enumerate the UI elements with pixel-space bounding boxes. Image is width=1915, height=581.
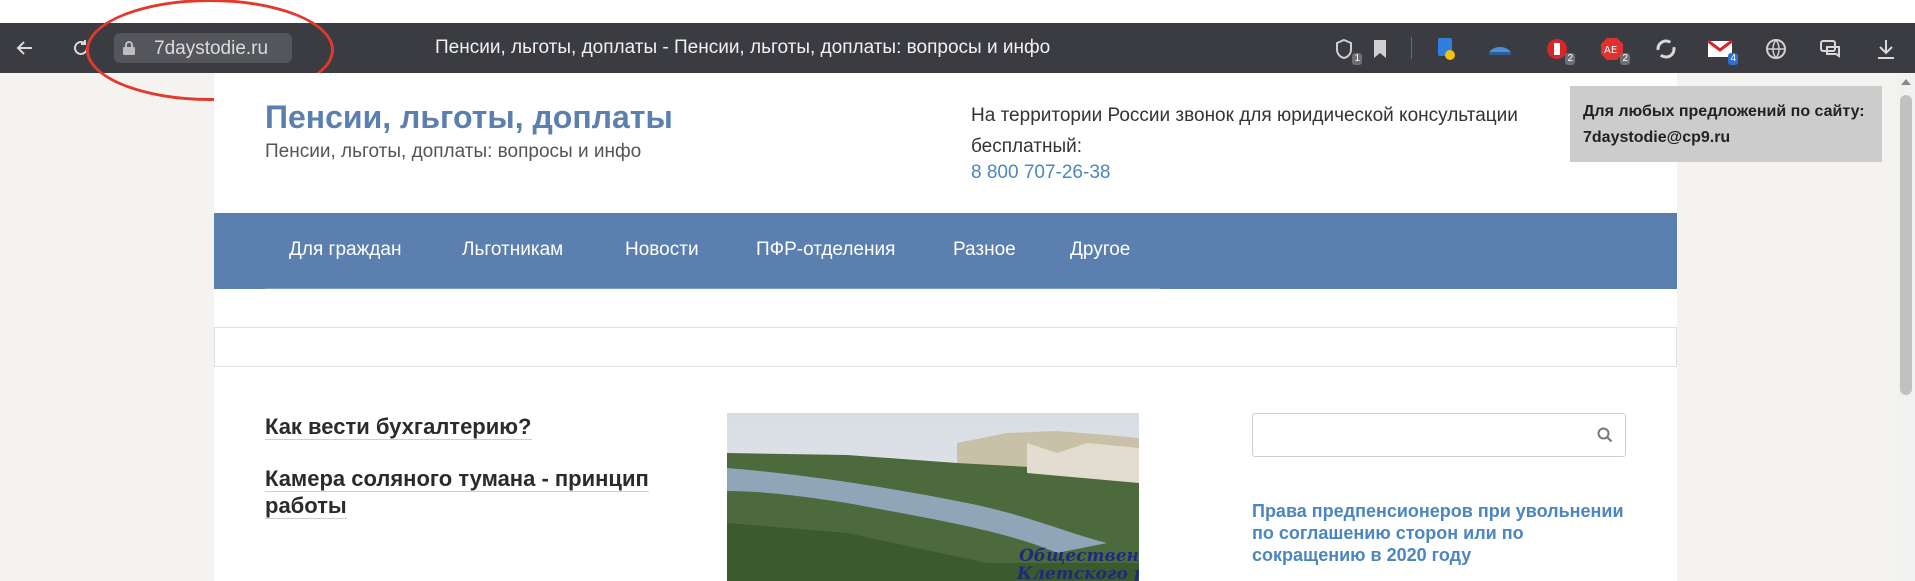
svg-text:AE: AE [1604, 45, 1617, 56]
reload-icon[interactable] [68, 35, 94, 61]
download-icon[interactable] [1872, 35, 1900, 63]
nav-item-news[interactable]: Новости [625, 239, 699, 261]
nav-item-pfr-offices[interactable]: ПФР-отделения [756, 239, 895, 261]
ad-contact-text: Для любых предложений по сайту: 7daystod… [1583, 103, 1865, 146]
toolbar-divider [1411, 37, 1412, 59]
bookmark-icon[interactable] [1366, 35, 1394, 63]
photo-caption-line2: Клетского ра [1016, 564, 1139, 581]
photo-caption-line1: Общественно [1019, 546, 1139, 566]
mail-icon[interactable]: 4 [1706, 35, 1738, 65]
search-input[interactable] [1261, 414, 1585, 456]
article-link-salt-fog[interactable]: Камера соляного тумана - принцип работы [265, 465, 695, 519]
scrollbar-thumb[interactable] [1900, 95, 1912, 395]
ad-contact-box: Для любых предложений по сайту: 7daystod… [1570, 86, 1882, 162]
article-title: Как вести бухгалтерию? [265, 414, 532, 440]
header-phone-link[interactable]: 8 800 707-26-38 [971, 162, 1110, 184]
shield-badge: 1 [1352, 53, 1362, 65]
search-icon[interactable] [1597, 427, 1613, 448]
back-icon[interactable] [12, 35, 38, 61]
nav-item-other[interactable]: Другое [1070, 239, 1130, 261]
adblock-badge: 2 [1620, 53, 1630, 65]
shield-icon[interactable]: 1 [1330, 35, 1362, 65]
article-link-accounting[interactable]: Как вести бухгалтерию? [265, 413, 695, 440]
chat-icon[interactable] [1816, 35, 1844, 63]
top-strip [0, 0, 1915, 23]
nav-item-citizens[interactable]: Для граждан [289, 239, 401, 261]
extension-badge-icon[interactable]: 2 [1543, 35, 1575, 65]
mail-badge: 4 [1728, 53, 1738, 65]
address-bar[interactable]: 7daystodie.ru [114, 33, 292, 63]
site-subtitle: Пенсии, льготы, доплаты: вопросы и инфо [265, 141, 642, 162]
article-title: Камера соляного тумана - принцип работы [265, 466, 649, 519]
sidebar-search-box [1252, 413, 1626, 457]
nav-item-misc[interactable]: Разное [953, 239, 1016, 261]
tab-title: Пенсии, льготы, доплаты - Пенсии, льготы… [435, 37, 1051, 58]
lock-icon [122, 40, 136, 61]
scroll-up-arrow[interactable] [1901, 79, 1911, 85]
nav-item-beneficiaries[interactable]: Льготникам [462, 239, 563, 261]
sidebar-article-link[interactable]: Права предпенсионеров при увольнении по … [1252, 500, 1632, 566]
url-text: 7daystodie.ru [154, 38, 269, 59]
article-photo[interactable]: Общественно Клетского ра [727, 413, 1139, 581]
site-title[interactable]: Пенсии, льготы, доплаты [265, 99, 673, 136]
sync-icon[interactable] [1652, 35, 1680, 63]
adblock-icon[interactable]: AE 2 [1598, 35, 1630, 65]
nav-underline [265, 288, 1160, 289]
header-consultation-note: На территории России звонок для юридичес… [971, 105, 1518, 157]
breadcrumb-strip [214, 327, 1677, 367]
vpn-icon[interactable] [1486, 35, 1514, 63]
extension-badge: 2 [1565, 53, 1575, 65]
globe-icon[interactable] [1762, 35, 1790, 63]
page-scrollbar[interactable] [1897, 73, 1915, 581]
main-navigation: Для граждан Льготникам Новости ПФР-отдел… [214, 213, 1677, 289]
browser-toolbar: 7daystodie.ru Пенсии, льготы, доплаты - … [0, 23, 1915, 73]
page-download-icon[interactable] [1432, 35, 1460, 63]
